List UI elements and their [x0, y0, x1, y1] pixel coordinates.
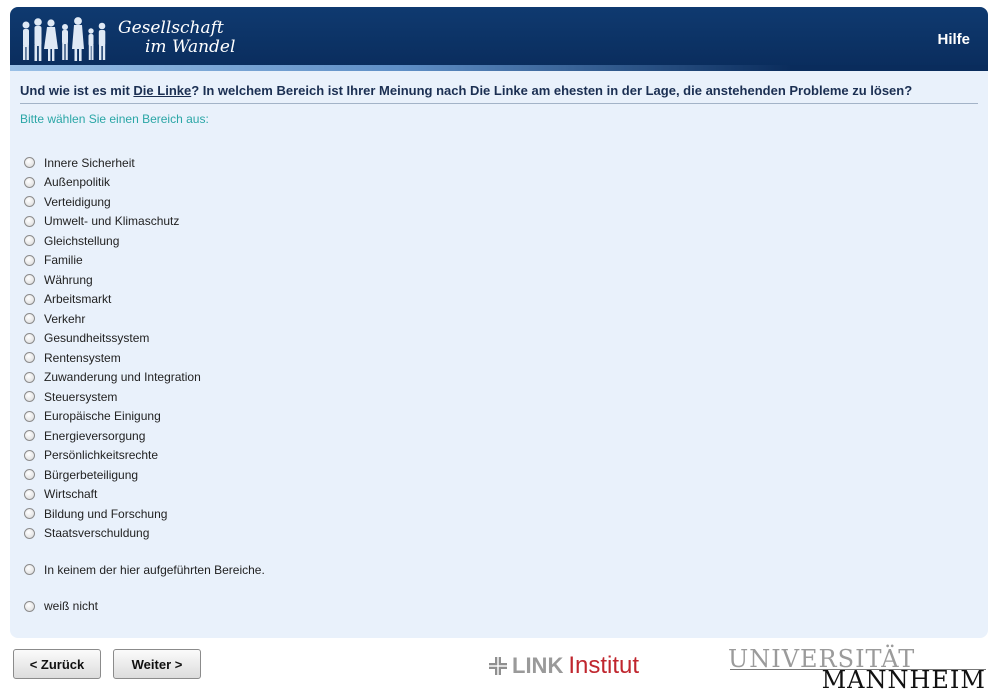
radio-button[interactable]	[24, 332, 35, 344]
option-label: Bildung und Forschung	[44, 506, 168, 521]
site-header: Gesellschaft im Wandel Hilfe	[10, 7, 988, 71]
option-label: Staatsverschuldung	[44, 526, 150, 541]
radio-button[interactable]	[24, 293, 35, 305]
radio-button[interactable]	[24, 527, 35, 539]
option-label: Zuwanderung und Integration	[44, 370, 201, 385]
radio-button[interactable]	[24, 274, 35, 286]
radio-button[interactable]	[24, 430, 35, 442]
radio-button[interactable]	[24, 371, 35, 383]
radio-button[interactable]	[24, 391, 35, 403]
radio-button[interactable]	[24, 469, 35, 481]
radio-button[interactable]	[24, 410, 35, 422]
radio-button[interactable]	[24, 449, 35, 461]
option-umwelt-klimaschutz[interactable]: Umwelt- und Klimaschutz	[24, 212, 265, 232]
option-label: Familie	[44, 253, 83, 268]
option-staatsverschuldung[interactable]: Staatsverschuldung	[24, 524, 265, 544]
link-cross-icon	[489, 657, 507, 675]
radio-button[interactable]	[24, 352, 35, 364]
answer-options: Innere Sicherheit Außenpolitik Verteidig…	[24, 153, 265, 616]
question-text: Und wie ist es mit Die Linke? In welchem…	[20, 83, 978, 104]
site-logo-text: Gesellschaft im Wandel	[118, 19, 235, 57]
option-buergerbeteiligung[interactable]: Bürgerbeteiligung	[24, 465, 265, 485]
option-label: Europäische Einigung	[44, 409, 161, 424]
back-button[interactable]: < Zurück	[13, 649, 101, 679]
option-zuwanderung-integration[interactable]: Zuwanderung und Integration	[24, 368, 265, 388]
option-rentensystem[interactable]: Rentensystem	[24, 348, 265, 368]
option-familie[interactable]: Familie	[24, 251, 265, 271]
option-persoenlichkeitsrechte[interactable]: Persönlichkeitsrechte	[24, 446, 265, 466]
option-label: Rentensystem	[44, 350, 121, 365]
radio-button[interactable]	[24, 254, 35, 266]
radio-button[interactable]	[24, 215, 35, 227]
radio-button[interactable]	[24, 157, 35, 169]
radio-button[interactable]	[24, 235, 35, 247]
radio-button[interactable]	[24, 196, 35, 208]
option-label: Außenpolitik	[44, 175, 111, 190]
option-verteidigung[interactable]: Verteidigung	[24, 192, 265, 212]
option-dont-know[interactable]: weiß nicht	[24, 597, 265, 617]
option-verkehr[interactable]: Verkehr	[24, 309, 265, 329]
option-label: In keinem der hier aufgeführten Bereiche…	[44, 562, 265, 577]
help-link[interactable]: Hilfe	[937, 31, 970, 48]
question-party: Die Linke	[133, 83, 192, 98]
option-label: Arbeitsmarkt	[44, 292, 112, 307]
option-label: Umwelt- und Klimaschutz	[44, 214, 180, 229]
question-prefix: Und wie ist es mit	[20, 83, 134, 98]
radio-button[interactable]	[24, 600, 35, 612]
option-label: weiß nicht	[44, 599, 99, 614]
option-gleichstellung[interactable]: Gleichstellung	[24, 231, 265, 251]
option-waehrung[interactable]: Währung	[24, 270, 265, 290]
radio-button[interactable]	[24, 313, 35, 325]
option-none[interactable]: In keinem der hier aufgeführten Bereiche…	[24, 560, 265, 580]
question-suffix: ? In welchem Bereich ist Ihrer Meinung n…	[191, 83, 913, 98]
radio-button[interactable]	[24, 508, 35, 520]
option-label: Gesundheitssystem	[44, 331, 150, 346]
instruction-text: Bitte wählen Sie einen Bereich aus:	[20, 112, 209, 126]
option-gesundheitssystem[interactable]: Gesundheitssystem	[24, 329, 265, 349]
option-label: Verteidigung	[44, 194, 111, 209]
option-aussenpolitik[interactable]: Außenpolitik	[24, 173, 265, 193]
option-wirtschaft[interactable]: Wirtschaft	[24, 485, 265, 505]
question-panel: Und wie ist es mit Die Linke? In welchem…	[10, 71, 988, 638]
link-word: LINK	[512, 653, 564, 678]
logo-line-2: im Wandel	[145, 37, 236, 57]
link-institut-logo: LINK Institut	[488, 652, 639, 680]
option-label: Wirtschaft	[44, 487, 98, 502]
uni-line-2: MANNHEIM	[821, 666, 986, 694]
option-arbeitsmarkt[interactable]: Arbeitsmarkt	[24, 290, 265, 310]
option-label: Währung	[44, 272, 93, 287]
option-energieversorgung[interactable]: Energieversorgung	[24, 426, 265, 446]
next-button[interactable]: Weiter >	[113, 649, 201, 679]
option-label: Bürgerbeteiligung	[44, 467, 139, 482]
university-mannheim-logo: UNIVERSITÄT MANNHEIM	[728, 645, 988, 694]
people-silhouettes-logo	[22, 17, 106, 61]
option-europaeische-einigung[interactable]: Europäische Einigung	[24, 407, 265, 427]
radio-button[interactable]	[24, 564, 35, 576]
option-innere-sicherheit[interactable]: Innere Sicherheit	[24, 153, 265, 173]
option-label: Verkehr	[44, 311, 86, 326]
option-label: Energieversorgung	[44, 428, 146, 443]
radio-button[interactable]	[24, 488, 35, 500]
option-bildung-forschung[interactable]: Bildung und Forschung	[24, 504, 265, 524]
option-label: Steuersystem	[44, 389, 118, 404]
option-label: Gleichstellung	[44, 233, 120, 248]
logo-line-1: Gesellschaft	[118, 18, 224, 38]
option-label: Innere Sicherheit	[44, 155, 135, 170]
institut-word: Institut	[568, 652, 640, 679]
option-label: Persönlichkeitsrechte	[44, 448, 159, 463]
radio-button[interactable]	[24, 176, 35, 188]
option-steuersystem[interactable]: Steuersystem	[24, 387, 265, 407]
